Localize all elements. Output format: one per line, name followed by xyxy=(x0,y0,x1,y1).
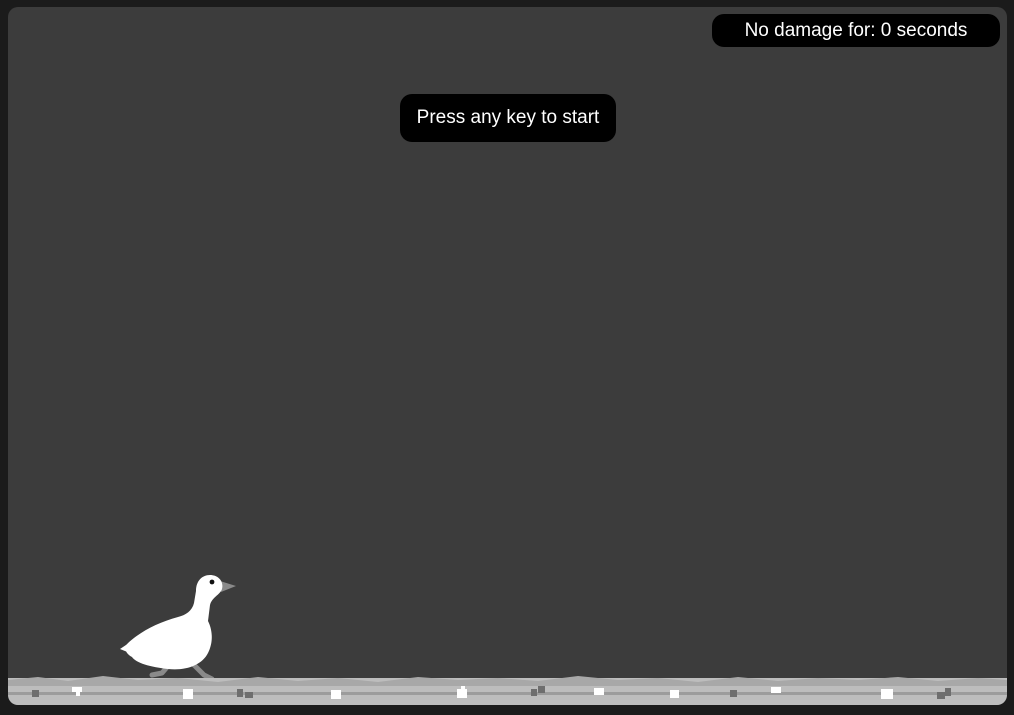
goose-icon xyxy=(120,575,236,682)
game-canvas[interactable]: No damage for: 0 seconds Press any key t… xyxy=(8,7,1007,705)
start-prompt: Press any key to start xyxy=(400,94,616,142)
no-damage-timer: No damage for: 0 seconds xyxy=(712,14,1000,47)
ground-strip xyxy=(8,676,1007,705)
window-frame: No damage for: 0 seconds Press any key t… xyxy=(0,0,1014,715)
